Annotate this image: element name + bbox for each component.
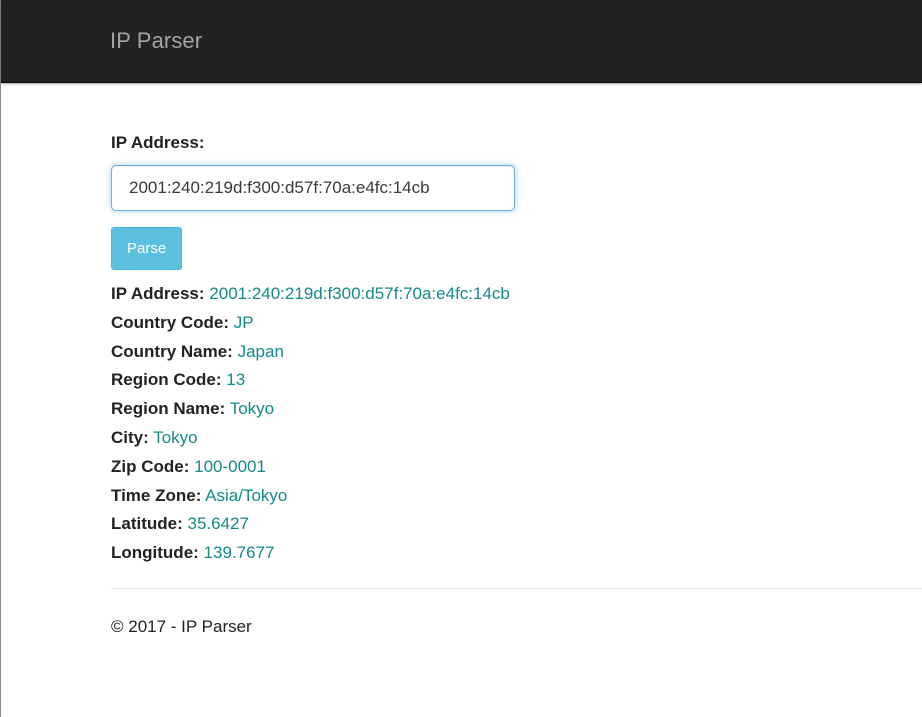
browser-viewport: IP Parser IP Address: Parse IP Address: …	[0, 0, 922, 717]
footer-divider	[111, 587, 922, 589]
result-key: Longitude:	[111, 543, 199, 563]
result-key: Country Code:	[111, 312, 230, 332]
parse-button[interactable]: Parse	[111, 227, 183, 270]
navbar-brand-link[interactable]: IP Parser	[110, 28, 202, 54]
result-key: Zip Code:	[111, 456, 190, 476]
result-row-region-name: Region Name: Tokyo	[111, 395, 922, 424]
result-key: Latitude:	[111, 514, 183, 534]
result-key: IP Address:	[111, 284, 205, 303]
result-row-latitude: Latitude: 35.6427	[111, 510, 922, 539]
result-key: Region Code:	[111, 370, 222, 390]
result-key: Country Name:	[111, 341, 233, 361]
footer-copyright: © 2017 - IP Parser	[111, 616, 252, 636]
result-key: Time Zone:	[111, 485, 202, 505]
result-row-zip-code: Zip Code: 100-0001	[111, 453, 922, 482]
result-value: 2001:240:219d:f300:d57f:70a:e4fc:14cb	[209, 284, 510, 303]
result-value: 139.7677	[203, 543, 275, 563]
result-row-country-name: Country Name: Japan	[111, 338, 922, 367]
result-value: 35.6427	[187, 514, 249, 534]
result-row-region-code: Region Code: 13	[111, 366, 922, 395]
result-value: JP	[233, 312, 254, 332]
result-value: 13	[226, 370, 246, 390]
ip-address-label: IP Address:	[111, 133, 205, 152]
ip-address-input[interactable]	[111, 165, 515, 211]
result-value: 100-0001	[194, 456, 266, 476]
results-list: IP Address: 2001:240:219d:f300:d57f:70a:…	[111, 280, 922, 568]
result-value: Asia/Tokyo	[205, 485, 288, 505]
result-value: Japan	[237, 341, 284, 361]
result-row-longitude: Longitude: 139.7677	[111, 539, 922, 568]
result-row-ip-address: IP Address: 2001:240:219d:f300:d57f:70a:…	[111, 280, 922, 309]
result-row-city: City: Tokyo	[111, 424, 922, 453]
result-key: Region Name:	[111, 399, 226, 419]
navbar: IP Parser	[1, 0, 922, 83]
result-row-time-zone: Time Zone: Asia/Tokyo	[111, 482, 922, 511]
result-value: Tokyo	[153, 427, 198, 447]
result-key: City:	[111, 427, 149, 447]
main-content: IP Address: Parse IP Address: 2001:240:2…	[111, 83, 922, 637]
result-value: Tokyo	[229, 399, 275, 419]
result-row-country-code: Country Code: JP	[111, 309, 922, 338]
